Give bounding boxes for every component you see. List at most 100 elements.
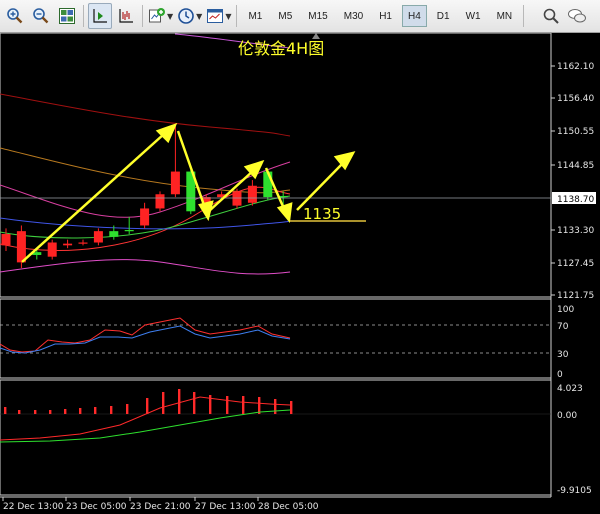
search-button[interactable]	[539, 3, 563, 29]
dropdown-arrow-icon: ▼	[196, 11, 203, 21]
chat-button[interactable]	[565, 3, 589, 29]
clock-icon	[178, 8, 194, 24]
macd-bar	[110, 406, 113, 414]
candle-body	[109, 231, 119, 237]
tile-windows-button[interactable]	[55, 3, 79, 29]
macd-bar	[226, 396, 229, 414]
macd-bar	[258, 397, 261, 414]
macd-bar	[162, 392, 165, 414]
time-axis: 22 Dec 13:00 23 Dec 05:00 23 Dec 21:00 2…	[3, 502, 319, 512]
macd-bar	[18, 410, 21, 414]
price-tick: 1156.40	[557, 94, 594, 104]
price-tick: 1133.30	[557, 226, 594, 236]
main-chart-panel	[0, 32, 552, 298]
chart-window[interactable]: 1138.70 1135 伦敦金4H图 1162.10 1156.40 1150…	[0, 32, 600, 514]
candle-body	[16, 231, 26, 263]
timeframe-mn[interactable]: MN	[491, 5, 519, 27]
price-tick: 1150.55	[557, 127, 594, 137]
zoom-in-icon	[7, 8, 23, 24]
macd-bar	[274, 399, 277, 414]
price-tick: 1121.75	[557, 291, 594, 301]
timeframe-h4[interactable]: H4	[401, 5, 427, 27]
chart-toolbar: ▼ ▼ ▼ M1 M5 M15 M30 H1 H4 D1 W1 MN	[0, 0, 600, 33]
zoom-in-button[interactable]	[3, 3, 27, 29]
candle-body	[78, 242, 88, 244]
rsi-panel	[0, 298, 552, 379]
macd-bar	[94, 407, 97, 414]
macd-bar	[4, 407, 7, 414]
templates-button[interactable]: ▼	[205, 3, 232, 29]
macd-bar	[193, 392, 196, 414]
macd-tick: -9.9105	[557, 486, 592, 496]
chat-bubbles-icon	[568, 9, 587, 23]
candle-body	[232, 191, 242, 206]
auto-scroll-icon	[93, 9, 107, 23]
rsi-tick: 70	[557, 322, 569, 332]
zoom-out-icon	[33, 8, 49, 24]
candle-body	[140, 208, 150, 226]
time-tick: 23 Dec 05:00	[66, 502, 127, 512]
candle-body	[263, 171, 273, 198]
timeframe-m30[interactable]: M30	[338, 5, 369, 27]
search-icon	[543, 8, 559, 24]
macd-bar	[64, 409, 67, 414]
macd-bar	[178, 389, 181, 414]
rsi-axis: 100 70 30 0	[557, 305, 574, 380]
macd-axis: 4.023 0.00 -9.9105	[557, 384, 592, 496]
macd-bar	[49, 410, 52, 414]
timeframe-m1[interactable]: M1	[242, 5, 268, 27]
time-tick: 22 Dec 13:00	[3, 502, 64, 512]
toolbar-separator	[142, 5, 143, 27]
chart-shift-icon	[119, 9, 133, 23]
timeframe-h1[interactable]: H1	[373, 5, 398, 27]
candle-body	[93, 231, 103, 243]
candle-body	[170, 171, 180, 195]
price-chart[interactable]: 1138.70 1135 伦敦金4H图 1162.10 1156.40 1150…	[0, 32, 600, 514]
macd-tick: 4.023	[557, 384, 583, 394]
macd-panel	[0, 379, 552, 496]
rsi-tick: 0	[557, 370, 563, 380]
timeframe-d1[interactable]: D1	[431, 5, 456, 27]
macd-tick: 0.00	[557, 411, 577, 421]
macd-bar	[126, 404, 129, 414]
timeframe-w1[interactable]: W1	[460, 5, 487, 27]
chart-title: 伦敦金4H图	[238, 39, 324, 58]
candle-body	[1, 233, 11, 246]
macd-bar	[290, 401, 293, 414]
toolbar-separator	[236, 5, 238, 27]
time-tick: 23 Dec 21:00	[130, 502, 191, 512]
price-axis: 1162.10 1156.40 1150.55 1144.85 1133.30 …	[557, 62, 594, 301]
macd-bar	[146, 398, 149, 414]
rsi-tick: 100	[557, 305, 574, 315]
time-tick: 27 Dec 13:00	[195, 502, 256, 512]
rsi-tick: 30	[557, 350, 569, 360]
time-axis-ticks	[2, 497, 259, 501]
toolbar-separator	[523, 5, 525, 27]
periods-button[interactable]: ▼	[176, 3, 203, 29]
dropdown-arrow-icon: ▼	[225, 11, 232, 21]
current-price-label: 1138.70	[557, 195, 594, 205]
price-axis-ticks	[551, 65, 555, 296]
auto-scroll-button[interactable]	[88, 3, 112, 29]
tile-windows-icon	[59, 8, 75, 24]
candle-body	[47, 242, 57, 257]
candle-body	[155, 194, 165, 209]
price-tick: 1127.45	[557, 259, 594, 269]
support-level-label: 1135	[303, 205, 341, 223]
timeframe-m15[interactable]: M15	[302, 5, 333, 27]
chart-shift-button[interactable]	[114, 3, 138, 29]
template-icon	[207, 9, 224, 23]
macd-bar	[242, 396, 245, 414]
indicators-button[interactable]: ▼	[147, 3, 174, 29]
zoom-out-button[interactable]	[29, 3, 53, 29]
candle-body	[63, 243, 73, 246]
macd-bar	[79, 408, 82, 414]
time-tick: 28 Dec 05:00	[258, 502, 319, 512]
dropdown-arrow-icon: ▼	[167, 11, 174, 21]
candle-body	[124, 230, 134, 232]
candle-body	[247, 185, 257, 203]
price-tick: 1144.85	[557, 161, 594, 171]
price-tick: 1162.10	[557, 62, 594, 72]
timeframe-m5[interactable]: M5	[272, 5, 298, 27]
macd-bar	[34, 410, 37, 414]
